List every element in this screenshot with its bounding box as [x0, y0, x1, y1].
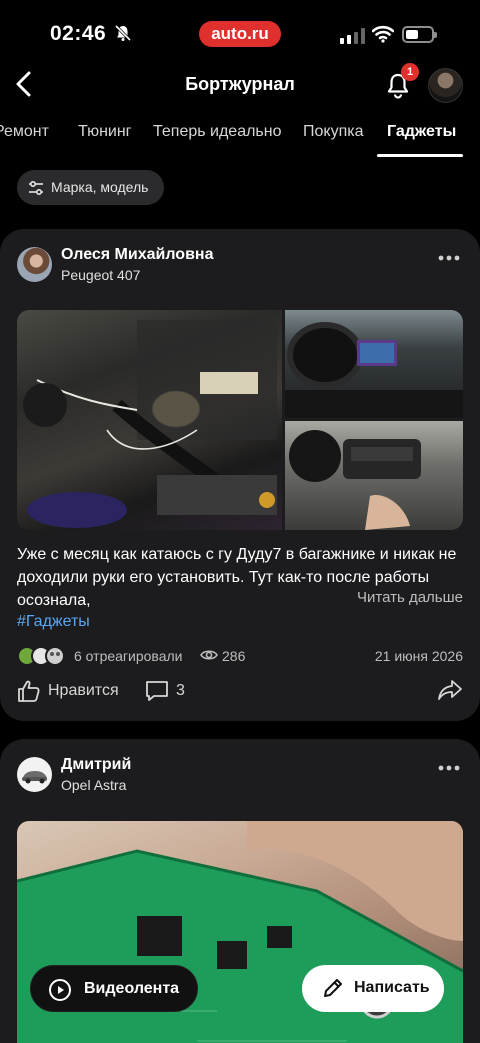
comment-icon	[146, 681, 168, 701]
author-name[interactable]: Олеся Михайловна	[61, 246, 213, 264]
make-model-filter-button[interactable]: Марка, модель	[17, 170, 164, 205]
views-count: 286	[222, 648, 246, 664]
thumbs-up-icon	[18, 680, 40, 702]
bell-off-icon	[114, 24, 132, 42]
read-more-link[interactable]: Читать дальше	[351, 589, 463, 606]
comments-count: 3	[176, 682, 185, 699]
author-name[interactable]: Дмитрий	[61, 756, 131, 774]
eye-icon	[200, 650, 218, 660]
post-hashtag[interactable]: #Гаджеты	[17, 613, 90, 631]
video-feed-button[interactable]: Видеолента	[30, 965, 198, 1012]
post-actions: Нравится 3	[17, 677, 463, 705]
filter-sliders-icon	[29, 180, 43, 196]
notification-badge: 1	[401, 63, 419, 81]
tab-purchase[interactable]: Покупка	[303, 123, 364, 141]
post-stats: 6 отреагировали 286 21 июня 2026	[17, 645, 463, 667]
more-options-icon[interactable]	[438, 255, 460, 261]
active-tab-indicator	[377, 154, 463, 157]
post-photo-console[interactable]	[285, 421, 463, 530]
status-time: 02:46	[50, 22, 107, 45]
write-post-label: Написать	[354, 979, 430, 996]
tab-remont[interactable]: Ремонт	[0, 123, 49, 141]
cellular-signal-icon	[340, 28, 365, 44]
filter-label: Марка, модель	[51, 179, 149, 195]
center-console-image	[289, 430, 421, 530]
wifi-icon	[372, 25, 394, 43]
tab-now-perfect[interactable]: Теперь идеально	[153, 123, 282, 141]
post-date: 21 июня 2026	[374, 648, 463, 664]
like-label: Нравится	[48, 682, 119, 699]
battery-icon	[402, 26, 437, 43]
author-car: Opel Astra	[61, 777, 127, 793]
dashboard-wiring-image	[23, 320, 277, 528]
brand-logo: auto.ru	[199, 21, 281, 47]
category-tabs: Ремонт Тюнинг Теперь идеально Покупка Га…	[0, 112, 480, 158]
post-card[interactable]: Олеся Михайловна Peugeot 407 Уже с месяц…	[0, 229, 480, 721]
reaction-emojis-icon[interactable]	[17, 646, 69, 666]
pencil-icon	[324, 979, 342, 997]
play-icon	[49, 979, 71, 1001]
user-avatar[interactable]	[428, 68, 463, 103]
dashboard-headunit-image	[285, 322, 463, 418]
author-avatar[interactable]	[17, 247, 52, 282]
tab-tuning[interactable]: Тюнинг	[78, 123, 132, 141]
post-photo-main[interactable]	[17, 310, 282, 530]
tab-gadgets[interactable]: Гаджеты	[387, 123, 456, 141]
write-post-button[interactable]: Написать	[302, 965, 444, 1012]
post-photo-gallery[interactable]	[17, 310, 463, 530]
comments-button[interactable]: 3	[145, 677, 195, 705]
post-photo-dashboard[interactable]	[285, 310, 463, 418]
video-feed-label: Видеолента	[84, 980, 180, 997]
status-bar: 02:46 auto.ru	[0, 0, 480, 62]
author-avatar[interactable]	[17, 757, 52, 792]
more-options-icon[interactable]	[438, 765, 460, 771]
author-car: Peugeot 407	[61, 267, 141, 283]
reactions-count[interactable]: 6 отреагировали	[74, 648, 182, 664]
share-icon[interactable]	[437, 679, 463, 701]
car-logo-icon	[22, 771, 47, 784]
